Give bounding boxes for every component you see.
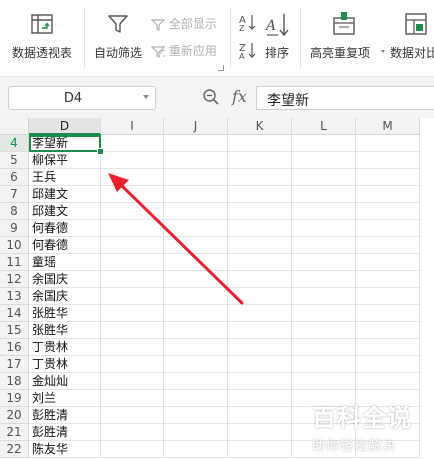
watermark-logo: 百科全说 助你轻松解决 — [312, 398, 412, 454]
watermark-title: 百科全说 — [312, 404, 412, 432]
annotation-arrow — [108, 173, 244, 305]
watermark-subtitle: 助你轻松解决 — [312, 439, 397, 454]
